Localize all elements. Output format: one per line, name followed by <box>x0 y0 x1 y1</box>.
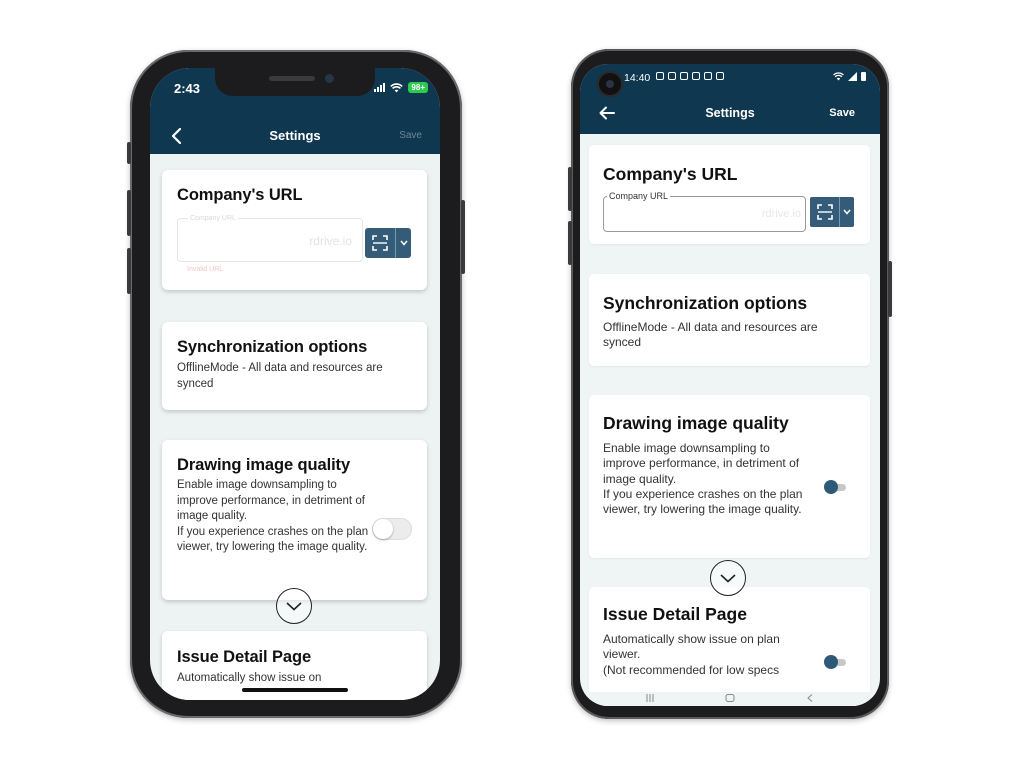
scroll-down-button[interactable] <box>276 588 312 624</box>
qr-scan-button[interactable] <box>365 228 395 258</box>
battery-icon: 98+ <box>408 82 428 93</box>
issue-detail-description: Automatically show issue on plan viewer.… <box>603 632 780 677</box>
cellular-signal-icon <box>848 72 857 81</box>
company-url-input[interactable]: Company URL rdrive.io <box>603 191 806 232</box>
android-volume-button <box>568 221 572 265</box>
scroll-down-button[interactable] <box>710 560 746 596</box>
save-button[interactable]: Save <box>829 107 855 119</box>
ios-nav-bar: Settings Save <box>150 122 440 152</box>
save-button[interactable]: Save <box>399 130 422 141</box>
company-url-helper-text: Invalid URL <box>187 266 224 273</box>
drawing-quality-toggle[interactable] <box>824 480 848 494</box>
company-url-title: Company's URL <box>177 186 303 204</box>
issue-detail-toggle[interactable] <box>824 655 848 669</box>
qr-scan-icon <box>372 235 388 251</box>
qr-scan-button[interactable] <box>810 197 839 227</box>
ios-screen: 2:43 98+ Settings Save Company's URL Com… <box>150 68 440 700</box>
home-nav-icon[interactable] <box>725 694 735 702</box>
drawing-quality-card: Drawing image quality Enable image downs… <box>589 395 870 558</box>
scroll-down-icon <box>720 574 736 583</box>
android-status-icons <box>833 72 866 81</box>
drawing-quality-title: Drawing image quality <box>177 456 351 474</box>
android-notification-icons <box>656 72 724 80</box>
drawing-quality-description: Enable image downsampling to improve per… <box>177 479 369 554</box>
drawing-quality-title: Drawing image quality <box>603 413 789 433</box>
drawing-quality-description: Enable image downsampling to improve per… <box>603 441 803 517</box>
android-phone-mockup: 14:40 Settings Save Company's URL Compan… <box>568 49 892 719</box>
wifi-icon <box>390 82 404 92</box>
qr-scan-dropdown[interactable] <box>839 197 854 227</box>
sync-options-card[interactable]: Synchronization options OfflineMode - Al… <box>589 274 870 366</box>
sync-options-title: Synchronization options <box>177 338 368 356</box>
company-url-card: Company's URL Company URL rdrive.io <box>589 145 870 244</box>
sync-options-description: OfflineMode - All data and resources are… <box>603 320 818 350</box>
recent-apps-icon[interactable] <box>645 694 655 702</box>
ios-status-time: 2:43 <box>174 81 201 96</box>
chevron-down-icon <box>399 240 408 246</box>
android-navigation-bar <box>580 692 880 706</box>
sync-options-title: Synchronization options <box>603 293 808 313</box>
page-title: Settings <box>269 128 321 143</box>
qr-scan-dropdown[interactable] <box>395 228 411 258</box>
company-url-field-value: rdrive.io <box>309 234 352 248</box>
android-status-time: 14:40 <box>624 72 651 84</box>
android-app-header: 14:40 Settings Save <box>580 64 880 134</box>
qr-scan-button-group <box>365 228 411 258</box>
android-power-button <box>888 261 892 317</box>
ios-status-icons: 98+ <box>374 82 428 93</box>
company-url-card: Company's URL Company URL rdrive.io Inva… <box>162 170 427 290</box>
qr-scan-button-group <box>810 197 854 227</box>
drawing-quality-toggle[interactable] <box>372 518 412 540</box>
sync-options-card[interactable]: Synchronization options OfflineMode - Al… <box>162 322 427 410</box>
sync-options-description: OfflineMode - All data and resources are… <box>177 362 383 390</box>
ios-mute-switch <box>127 142 131 164</box>
issue-detail-title: Issue Detail Page <box>177 648 312 666</box>
issue-detail-card: Issue Detail Page Automatically show iss… <box>589 587 870 706</box>
drawing-quality-card: Drawing image quality Enable image downs… <box>162 440 427 600</box>
android-bixby-button <box>568 167 572 211</box>
issue-detail-description: Automatically show issue on <box>177 672 322 684</box>
ios-app-header: 2:43 98+ Settings Save <box>150 68 440 154</box>
ios-phone-mockup: 2:43 98+ Settings Save Company's URL Com… <box>127 50 465 718</box>
ios-volume-down-button <box>127 248 131 294</box>
wifi-icon <box>833 72 844 81</box>
ios-volume-up-button <box>127 190 131 236</box>
battery-icon <box>861 72 866 81</box>
ios-power-button <box>461 200 465 274</box>
company-url-title: Company's URL <box>603 164 738 184</box>
cellular-signal-icon <box>374 83 386 92</box>
company-url-field-value: rdrive.io <box>761 208 801 220</box>
scroll-down-icon <box>286 602 302 611</box>
android-front-camera <box>599 73 621 95</box>
back-nav-icon[interactable] <box>805 694 815 702</box>
android-screen: 14:40 Settings Save Company's URL Compan… <box>580 64 880 706</box>
company-url-input[interactable]: Company URL rdrive.io <box>177 215 363 262</box>
issue-detail-title: Issue Detail Page <box>603 604 747 624</box>
ios-notch <box>215 68 375 96</box>
chevron-down-icon <box>843 209 851 215</box>
ios-home-indicator[interactable] <box>242 688 348 692</box>
company-url-field-label: Company URL <box>607 191 671 201</box>
qr-scan-icon <box>816 204 833 220</box>
company-url-field-label: Company URL <box>188 215 238 222</box>
